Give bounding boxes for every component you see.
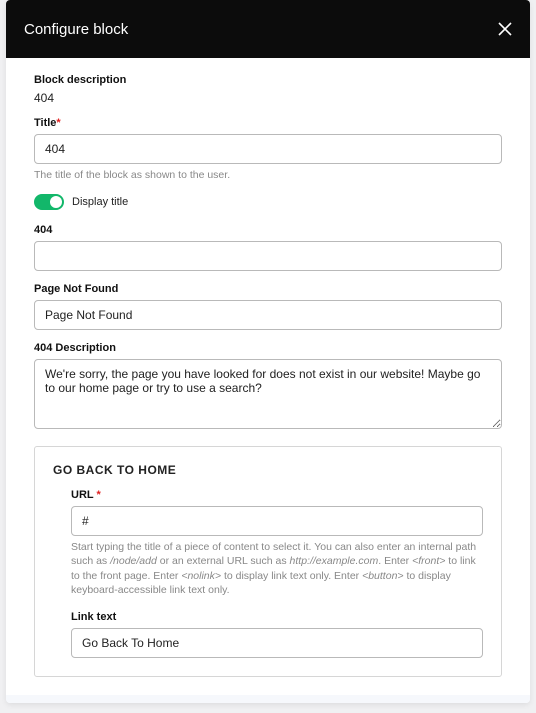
modal-footer: Update (6, 695, 530, 703)
description-404-textarea[interactable] (34, 359, 502, 429)
title-input[interactable] (34, 134, 502, 164)
block-description-field: Block description 404 (34, 74, 502, 105)
link-text-label: Link text (71, 611, 483, 623)
configure-block-modal: Configure block Block description 404 Ti… (6, 0, 530, 703)
modal-header: Configure block (6, 0, 530, 58)
url-input[interactable] (71, 506, 483, 536)
block-description-value: 404 (34, 91, 502, 105)
close-icon[interactable] (498, 22, 512, 36)
title-field: Title* The title of the block as shown t… (34, 117, 502, 182)
field-404-input[interactable] (34, 241, 502, 271)
title-helper: The title of the block as shown to the u… (34, 168, 502, 182)
modal-body: Block description 404 Title* The title o… (6, 58, 530, 703)
display-title-label: Display title (72, 196, 128, 208)
field-404: 404 (34, 224, 502, 271)
link-text-input[interactable] (71, 628, 483, 658)
link-text-field: Link text (71, 611, 483, 658)
description-404-label: 404 Description (34, 342, 502, 354)
toggle-knob (50, 196, 62, 208)
url-label-text: URL (71, 489, 93, 501)
block-description-label: Block description (34, 74, 502, 86)
title-label: Title* (34, 117, 502, 129)
page-not-found-field: Page Not Found (34, 283, 502, 330)
url-label: URL * (71, 489, 483, 501)
field-404-label: 404 (34, 224, 502, 236)
go-back-nested: URL * Start typing the title of a piece … (53, 489, 483, 658)
modal-title: Configure block (24, 21, 128, 38)
go-back-fieldset: GO BACK TO HOME URL * Start typing the t… (34, 446, 502, 677)
display-title-toggle[interactable] (34, 194, 64, 210)
display-title-row: Display title (34, 194, 502, 210)
required-marker: * (56, 117, 60, 129)
url-field: URL * Start typing the title of a piece … (71, 489, 483, 597)
url-helper: Start typing the title of a piece of con… (71, 540, 483, 597)
page-not-found-input[interactable] (34, 300, 502, 330)
go-back-legend: GO BACK TO HOME (53, 463, 483, 477)
page-not-found-label: Page Not Found (34, 283, 502, 295)
title-label-text: Title (34, 117, 56, 129)
description-404-field: 404 Description (34, 342, 502, 434)
required-marker: * (96, 489, 100, 501)
